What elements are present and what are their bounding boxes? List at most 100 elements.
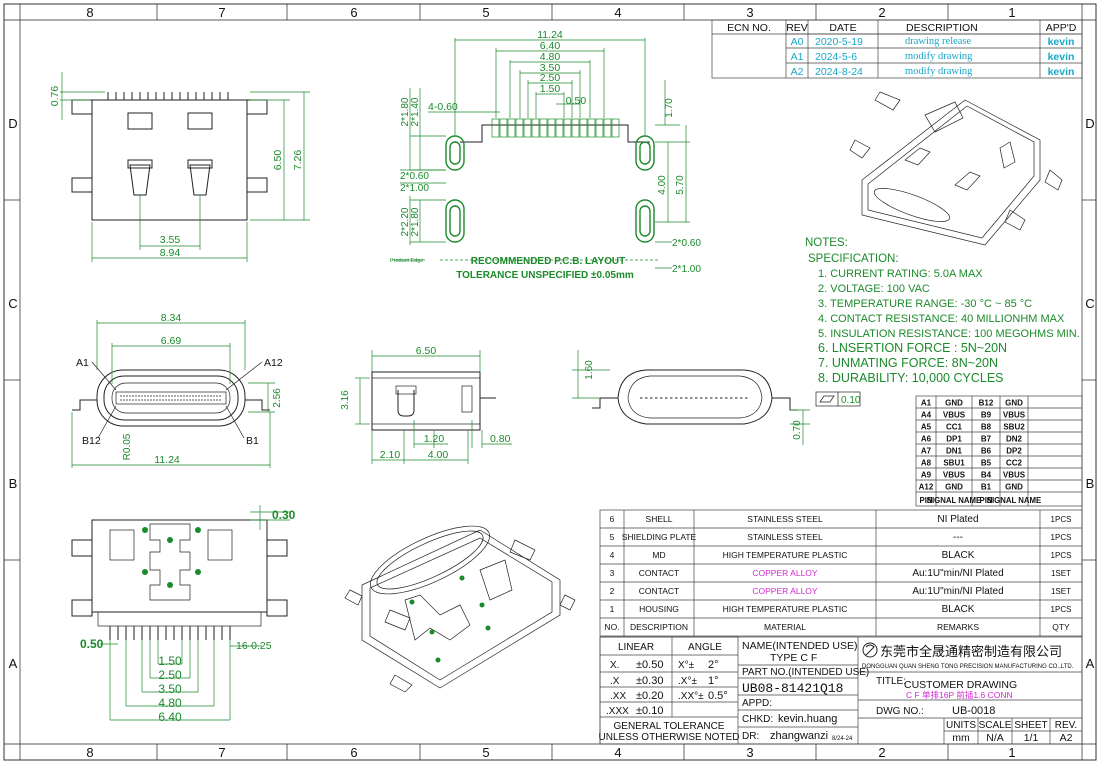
note-item: 6. LNSERTION FORCE : 5N~20N [818,341,1007,355]
pin-table-cell: GND [1005,483,1023,492]
col-label: 6 [350,5,357,20]
rev-cell: 2020-5-19 [815,36,863,48]
bom-cell: CONTACT [639,568,679,578]
tol-cell: ±0.20 [636,690,663,702]
bom-cell: HOUSING [639,604,679,614]
col-label: 2 [878,5,885,20]
pin-hole-marker [429,629,435,635]
pin-table-cell: VBUS [943,471,966,480]
col-label: 4 [614,745,621,760]
dim-text: 3.55 [160,234,181,246]
company-name-en: DONGGUAN QUAN SHENG TONG PRECISION MANUF… [862,664,1074,670]
chkd-value: kevin.huang [778,713,837,725]
notes-title: NOTES: [805,237,848,249]
row-label: D [8,116,17,131]
scale-value: N/A [986,732,1004,744]
pin-table-cell: B12 [979,399,994,408]
bom-cell: 2 [610,586,615,596]
dim-text: 7.26 [292,150,304,171]
rev-cell: A1 [791,51,804,63]
pin-table-cell: B4 [981,471,992,480]
note-item: 5. INSULATION RESISTANCE: 100 MEGOHMS MI… [818,328,1080,340]
pin-hole-marker [142,527,148,533]
col-label: 1 [1008,745,1015,760]
pin-table-cell: VBUS [943,411,966,420]
col-label: 4 [614,5,621,20]
pin-table-header: SIGNAL NAME [927,496,981,505]
tol-cell: .XX [610,691,626,702]
pin-table-cell: CC1 [946,423,963,432]
dim-text: 2*1.40 [410,97,421,126]
pin-hole-marker [167,537,173,543]
tol-cell: ±0.30 [636,675,663,687]
pin-table-cell: VBUS [1003,471,1026,480]
row-label: B [9,476,18,491]
pin-table-cell: DN2 [1006,435,1023,444]
bom-cell: HIGH TEMPERATURE PLASTIC [723,604,848,614]
bom-cell: 1 [610,604,615,614]
drawing-sheet: 8 7 6 5 4 3 2 1 8 7 6 5 4 3 2 1 D C B A … [3,3,1097,761]
bom-cell: 1PCS [1051,533,1072,542]
col-label: 1 [1008,5,1015,20]
dim-text: 4-0.60 [428,101,458,113]
units-label: UNITS [946,720,976,731]
col-label: 5 [482,5,489,20]
row-label: A [1086,656,1095,671]
col-label: 7 [218,745,225,760]
dwg-no-value: UB-0018 [952,705,995,717]
col-label: 7 [218,5,225,20]
bom-cell: BLACK [942,604,975,615]
dim-text: 6.50 [272,150,284,171]
dim-text: 4.80 [158,696,182,710]
name-value: TYPE C F [770,652,817,664]
pin-table-cell: SBU2 [1003,423,1025,432]
note-item: 8. DURABILITY: 10,000 CYCLES [818,371,1004,385]
dim-text: 1.60 [584,360,595,380]
bom-header: NO. [604,622,619,632]
dim-text: 2*1.00 [672,264,701,275]
row-label: B [1086,476,1095,491]
note-item: 2. VOLTAGE: 100 VAC [818,283,930,295]
bom-cell: MD [652,550,665,560]
bom-cell: SHELL [646,514,673,524]
dim-text: 3.16 [340,390,351,410]
dr-label: DR: [742,731,759,742]
flatness-value: 0.10 [841,395,861,406]
rev-label: REV. [1055,720,1077,731]
pin-table-cell: CC2 [1006,459,1023,468]
pin-table-cell: A7 [921,447,932,456]
pin-table-cell: A5 [921,423,932,432]
bom-cell: COPPER ALLOY [752,568,818,578]
pin-table-cell: GND [1005,399,1023,408]
bom-cell: --- [953,532,963,543]
dim-text: 2*0.60 [400,171,429,182]
tol-cell: 1° [708,675,719,687]
row-label: C [1085,296,1094,311]
dr-value: zhangwanzi [770,730,828,742]
tol-cell: X. [610,660,619,671]
pin-table-cell: DP2 [1006,447,1022,456]
dim-text: 2*1.80 [410,207,421,236]
pin-table-cell: GND [945,399,963,408]
bom-cell: 4 [610,550,615,560]
dim-text: 8.34 [161,312,182,324]
pin-hole-marker [479,602,485,608]
dim-text: 6.40 [158,710,182,724]
pin-table-cell: A4 [921,411,932,420]
col-label: 8 [86,5,93,20]
general-tolerance-note: UNLESS OTHERWISE NOTED [599,732,740,743]
rev-cell: drawing release [905,36,972,47]
scale-label: SCALE [979,720,1012,731]
pin-table-cell: A1 [921,399,932,408]
pin-table-header: SIGNAL NAME [987,496,1041,505]
rev-cell: kevin [1048,36,1075,48]
bom-header: MATERIAL [764,622,806,632]
chkd-label: CHKD: [742,714,773,725]
col-label: 3 [746,5,753,20]
rev-header-rev: REV [786,22,808,34]
sheet-value: 1/1 [1024,732,1039,744]
rev-header-appd: APP'D [1046,22,1077,34]
tol-cell: ±0.50 [636,659,663,671]
bom-cell: 1PCS [1051,551,1072,560]
dim-text: 1.50 [158,654,182,668]
